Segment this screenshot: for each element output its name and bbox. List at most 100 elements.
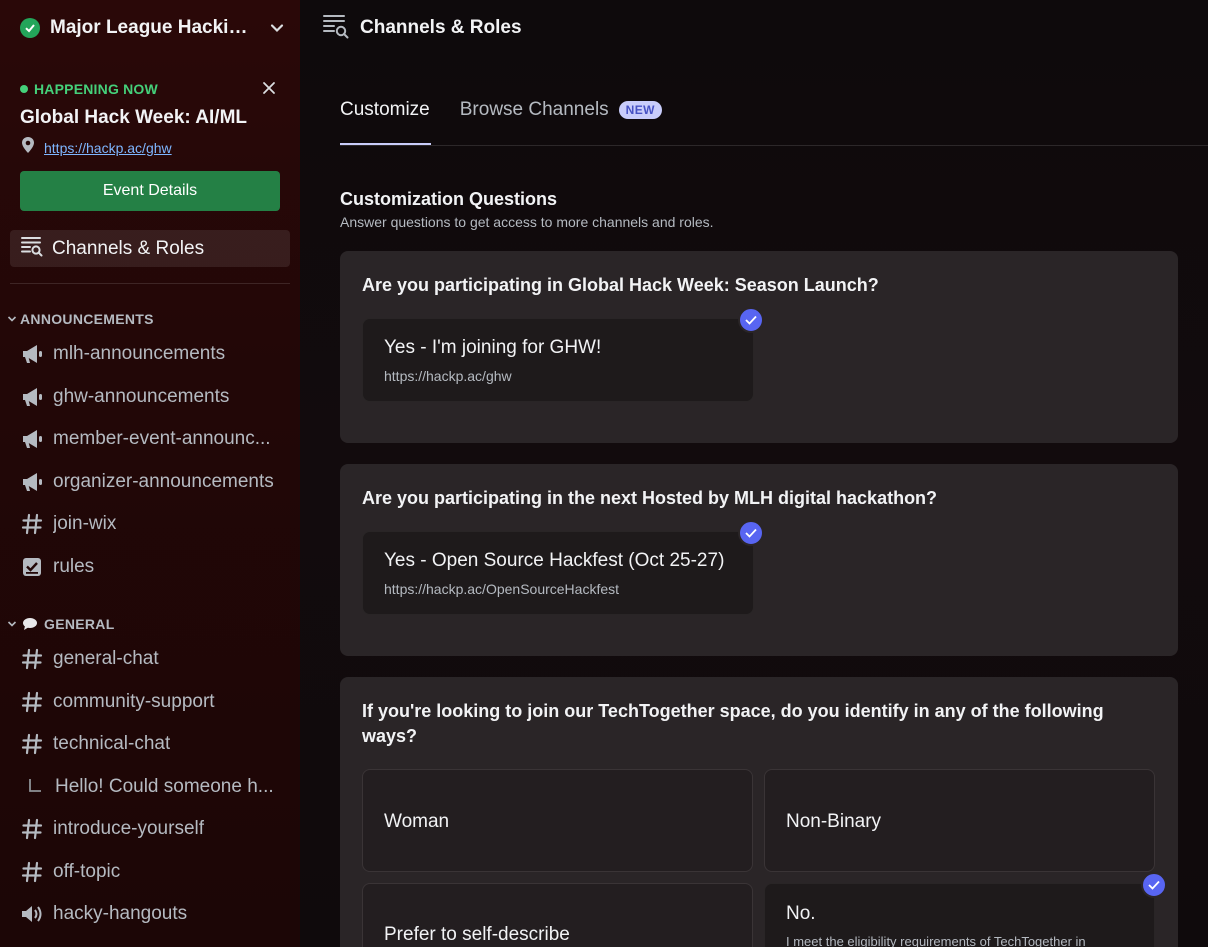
event-link[interactable]: https://hackp.ac/ghw: [44, 140, 172, 156]
tab-bar: Customize Browse Channels NEW: [340, 90, 662, 130]
channel-introduce-yourself[interactable]: introduce-yourself: [20, 811, 290, 847]
hash-icon: [20, 860, 44, 884]
channel-mlh-announcements[interactable]: mlh-announcements: [20, 336, 290, 372]
category-label: ANNOUNCEMENTS: [20, 311, 154, 327]
tab-label: Browse Channels: [459, 99, 609, 120]
thread-name: Hello! Could someone h...: [55, 776, 274, 797]
speech-bubble-icon: [22, 617, 38, 631]
new-badge: NEW: [618, 101, 662, 119]
divider: [10, 283, 290, 284]
option-card[interactable]: Yes - Open Source Hackfest (Oct 25-27) h…: [362, 531, 754, 615]
channel-rules[interactable]: rules: [20, 549, 290, 585]
category-label: GENERAL: [44, 616, 115, 632]
event-status: HAPPENING NOW: [20, 81, 158, 97]
rules-checkbox-icon: [20, 555, 44, 579]
chevron-down-icon[interactable]: [267, 18, 287, 38]
channel-name: rules: [53, 556, 95, 577]
verified-check-icon: [20, 18, 40, 38]
option-title: No.: [786, 903, 816, 924]
channel-name: introduce-yourself: [53, 818, 205, 839]
close-icon[interactable]: [261, 80, 277, 96]
megaphone-icon: [20, 342, 44, 366]
option-title: Yes - I'm joining for GHW!: [384, 337, 602, 358]
selected-check-icon: [1141, 872, 1167, 898]
channel-name: community-support: [53, 691, 215, 712]
option-title: Non-Binary: [786, 811, 882, 832]
section-title: Customization Questions: [340, 189, 558, 209]
option-card[interactable]: Yes - I'm joining for GHW! https://hackp…: [362, 318, 754, 402]
channel-general-chat[interactable]: general-chat: [20, 641, 290, 677]
option-card[interactable]: Non-Binary: [764, 769, 1155, 872]
tab-label: Customize: [340, 99, 430, 120]
category-announcements[interactable]: ANNOUNCEMENTS: [6, 311, 154, 327]
channels-roles-icon: [20, 234, 44, 263]
megaphone-icon: [20, 385, 44, 409]
location-pin-icon: [20, 136, 36, 159]
channel-name: ghw-announcements: [53, 386, 230, 407]
sidebar: Major League Hackin... HAPPENING NOW Glo…: [0, 0, 300, 947]
option-title: Woman: [384, 811, 450, 832]
channel-hacky-hangouts[interactable]: hacky-hangouts: [20, 896, 290, 932]
event-details-button[interactable]: Event Details: [20, 171, 280, 211]
question-card: If you're looking to join our TechTogeth…: [340, 677, 1178, 947]
option-title: Yes - Open Source Hackfest (Oct 25-27): [384, 550, 725, 571]
selected-check-icon: [738, 520, 764, 546]
main-panel: Channels & Roles Customize Browse Channe…: [300, 0, 1208, 947]
nav-channels-roles-label: Channels & Roles: [52, 237, 205, 259]
channel-name: organizer-announcements: [53, 471, 274, 492]
channel-name: off-topic: [53, 861, 121, 882]
channel-ghw-announcements[interactable]: ghw-announcements: [20, 379, 290, 415]
question-card: Are you participating in the next Hosted…: [340, 464, 1178, 656]
main-header: Channels & Roles: [300, 0, 1208, 56]
hash-icon: [20, 732, 44, 756]
hash-icon: [20, 512, 44, 536]
channel-name: general-chat: [53, 648, 159, 669]
channel-technical-chat[interactable]: technical-chat: [20, 726, 290, 762]
section-subtitle: Answer questions to get access to more c…: [340, 214, 714, 230]
speaker-icon: [20, 902, 44, 926]
channel-name: technical-chat: [53, 733, 171, 754]
channel-name: mlh-announcements: [53, 343, 226, 364]
event-location: https://hackp.ac/ghw: [20, 136, 172, 159]
nav-channels-roles[interactable]: Channels & Roles: [10, 230, 290, 267]
page-title: Channels & Roles: [360, 17, 522, 38]
megaphone-icon: [20, 427, 44, 451]
chevron-down-icon: [7, 316, 17, 322]
option-card[interactable]: Woman: [362, 769, 753, 872]
thread-item[interactable]: Hello! Could someone h...: [20, 769, 290, 805]
selected-check-icon: [738, 307, 764, 333]
hash-icon: [20, 647, 44, 671]
tab-customize[interactable]: Customize: [340, 90, 430, 130]
channel-community-support[interactable]: community-support: [20, 684, 290, 720]
option-title: Prefer to self-describe: [384, 924, 570, 945]
option-description: https://hackp.ac/OpenSourceHackfest: [384, 581, 620, 597]
channel-off-topic[interactable]: off-topic: [20, 854, 290, 890]
option-card[interactable]: No. I meet the eligibility requirements …: [764, 883, 1155, 947]
channel-member-event-announcements[interactable]: member-event-announc...: [20, 421, 290, 457]
server-name: Major League Hackin...: [50, 17, 255, 38]
question-text: Are you participating in the next Hosted…: [362, 488, 938, 508]
channel-join-wix[interactable]: join-wix: [20, 506, 290, 542]
option-description: https://hackp.ac/ghw: [384, 368, 512, 384]
channel-name: hacky-hangouts: [53, 903, 188, 924]
channels-roles-icon: [322, 12, 350, 45]
channel-name: join-wix: [53, 513, 117, 534]
event-status-label: HAPPENING NOW: [34, 81, 158, 97]
tab-browse-channels[interactable]: Browse Channels NEW: [460, 90, 662, 130]
hash-icon: [20, 690, 44, 714]
thread-branch-icon: [20, 775, 44, 799]
option-description: I meet the eligibility requirements of T…: [786, 934, 1086, 947]
channel-organizer-announcements[interactable]: organizer-announcements: [20, 464, 290, 500]
chevron-down-icon: [7, 621, 17, 627]
question-card: Are you participating in Global Hack Wee…: [340, 251, 1178, 443]
hash-icon: [20, 817, 44, 841]
category-general[interactable]: GENERAL: [6, 616, 115, 632]
option-card[interactable]: Prefer to self-describe: [362, 883, 753, 947]
event-title: Global Hack Week: AI/ML: [20, 107, 247, 128]
divider: [340, 145, 1208, 146]
channel-name: member-event-announc...: [53, 428, 271, 449]
server-header[interactable]: Major League Hackin...: [0, 0, 300, 56]
question-text: Are you participating in Global Hack Wee…: [362, 275, 879, 295]
megaphone-icon: [20, 470, 44, 494]
question-text: If you're looking to join our TechTogeth…: [362, 701, 1104, 746]
